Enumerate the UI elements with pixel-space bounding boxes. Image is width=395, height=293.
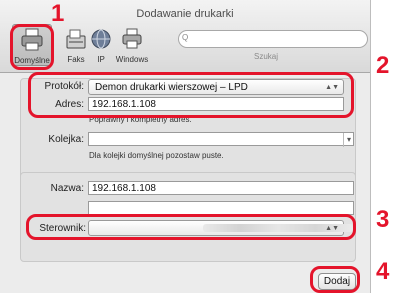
search-placeholder: Q xyxy=(182,33,189,42)
callout-number-4: 4 xyxy=(376,258,390,285)
queue-hint: Dla kolejki domyślnej pozostaw puste. xyxy=(89,151,224,160)
queue-combobox[interactable]: ▾ xyxy=(88,132,354,147)
name-label: Nazwa: xyxy=(50,183,84,194)
callout-number-1: 1 xyxy=(51,0,65,27)
search-field[interactable]: Q xyxy=(178,30,368,48)
callout-number-2: 2 xyxy=(376,52,390,79)
callout-number-3: 3 xyxy=(376,206,390,233)
callout-box-1 xyxy=(10,24,54,70)
callout-box-2 xyxy=(28,72,354,118)
name-input[interactable]: 192.168.1.108 xyxy=(88,181,354,195)
chevron-down-icon[interactable]: ▾ xyxy=(342,133,351,147)
search-label: Szukaj xyxy=(253,52,278,61)
location-input[interactable] xyxy=(88,201,354,215)
callout-box-3 xyxy=(26,214,356,240)
queue-label: Kolejka: xyxy=(48,134,84,145)
add-printer-window: Dodawanie drukarki Domyślne Faks IP Wind… xyxy=(0,0,371,293)
callout-box-4 xyxy=(310,266,360,293)
